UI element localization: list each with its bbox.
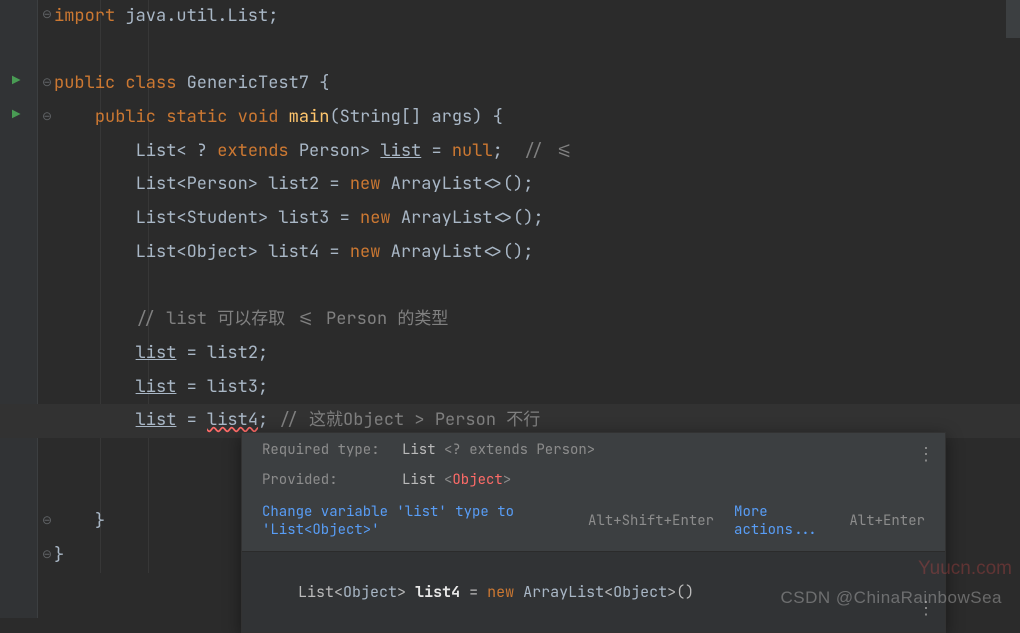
run-main-icon[interactable]: ▶ (12, 106, 20, 124)
fold-marker-icon[interactable]: ⊖ (42, 512, 52, 528)
brace: } (54, 544, 64, 566)
provided-type-row: Provided: List <Object> (242, 463, 945, 493)
variable: list (136, 409, 177, 431)
quick-fix-link[interactable]: Change variable 'list' type to 'List<Obj… (262, 503, 578, 539)
variable: list (380, 140, 421, 162)
watermark: CSDN @ChinaRainbowSea (781, 588, 1002, 608)
code-line[interactable]: List< ? extends Person> list = null; // … (54, 135, 1020, 169)
keyword: public (54, 72, 115, 94)
code-line[interactable]: List<Person> list2 = new ArrayList<>(); (54, 168, 1020, 202)
required-generic: <? extends Person> (444, 441, 595, 459)
fold-gutter: ⊖ ⊖ ⊖ ⊖ ⊖ (38, 0, 53, 618)
shortcut-hint: Alt+Enter (849, 512, 925, 530)
code-text: Person> (289, 140, 381, 162)
provided-error-type: Object (452, 471, 502, 489)
gutter: ▶ ▶ (0, 0, 38, 618)
keyword: static (166, 106, 227, 128)
type: Object (343, 582, 397, 602)
code-line[interactable]: public class GenericTest7 { (54, 67, 1020, 101)
code-text: < (604, 582, 613, 602)
code-line[interactable]: public static void main(String[] args) { (54, 101, 1020, 135)
shortcut-hint: Alt+Shift+Enter (588, 512, 714, 530)
code-line[interactable]: List<Student> list3 = new ArrayList<>(); (54, 202, 1020, 236)
quick-fix-actions: Change variable 'list' type to 'List<Obj… (242, 493, 945, 551)
code-line[interactable]: // list 可以存取 <= Person 的类型 (54, 303, 1020, 337)
brace: } (95, 510, 105, 532)
code-text: List<Person> list2 = (136, 173, 350, 195)
params: (String[] args) { (329, 106, 502, 128)
more-options-icon[interactable]: ⋮ (917, 443, 935, 466)
code-text: = (421, 140, 452, 162)
variable: list4 (415, 582, 460, 602)
code-text: ArrayList<>(); (380, 241, 533, 263)
brace: { (319, 72, 329, 94)
code-text: = (176, 409, 207, 431)
fold-marker-icon[interactable]: ⊖ (42, 108, 52, 124)
keyword: new (350, 173, 381, 195)
class-name: ArrayList (523, 582, 604, 602)
required-label: Required type: (262, 441, 402, 459)
angle: > (503, 471, 511, 489)
code-text: = list2; (176, 342, 268, 364)
keyword: class (125, 72, 176, 94)
code-text: ArrayList<>(); (391, 207, 544, 229)
required-value: List (402, 441, 444, 459)
more-actions-link[interactable]: More actions... (734, 503, 839, 539)
code-line[interactable]: list = list2; (54, 337, 1020, 371)
code-text: List<Student> list3 = (136, 207, 360, 229)
keyword: new (360, 207, 391, 229)
code-text: >() (667, 582, 694, 602)
keyword: import (54, 5, 115, 27)
code-text: java.util.List; (115, 5, 278, 27)
required-type-row: Required type: List <? extends Person> (242, 433, 945, 463)
fold-marker-icon[interactable]: ⊖ (42, 6, 52, 22)
keyword: new (487, 582, 514, 602)
code-text: ArrayList<>(); (380, 173, 533, 195)
code-text: ; (493, 140, 524, 162)
code-line[interactable]: List<Object> list4 = new ArrayList<>(); (54, 236, 1020, 270)
code-text: List< ? (136, 140, 218, 162)
comment: // <= (523, 140, 574, 162)
code-text: = list3; (176, 376, 268, 398)
class-name: GenericTest7 (176, 72, 319, 94)
code-text: = (460, 582, 487, 602)
watermark: Yuucn.com (918, 558, 1012, 580)
code-line[interactable] (54, 270, 1020, 304)
fold-marker-icon[interactable]: ⊖ (42, 74, 52, 90)
code-line[interactable]: list = list3; (54, 371, 1020, 405)
error-token: list4 (207, 409, 258, 431)
fold-marker-icon[interactable]: ⊖ (42, 546, 52, 562)
code-text: > (397, 582, 415, 602)
code-text: ; (258, 409, 278, 431)
code-text (514, 582, 523, 602)
keyword: null (452, 140, 493, 162)
comment: // 这就Object > Person 不行 (278, 409, 540, 431)
code-line[interactable] (54, 34, 1020, 68)
type: Object (613, 582, 667, 602)
code-line[interactable]: import java.util.List; (54, 0, 1020, 34)
code-text: List<Object> list4 = (136, 241, 350, 263)
keyword: new (350, 241, 381, 263)
comment: // list 可以存取 <= Person 的类型 (136, 308, 449, 330)
code-text: List< (298, 582, 343, 602)
provided-label: Provided: (262, 471, 402, 489)
variable: list (136, 342, 177, 364)
keyword: extends (217, 140, 288, 162)
provided-value: List (402, 471, 444, 489)
run-class-icon[interactable]: ▶ (12, 72, 20, 90)
variable: list (136, 376, 177, 398)
keyword: public (95, 106, 156, 128)
method-name: main (289, 106, 330, 128)
keyword: void (238, 106, 279, 128)
